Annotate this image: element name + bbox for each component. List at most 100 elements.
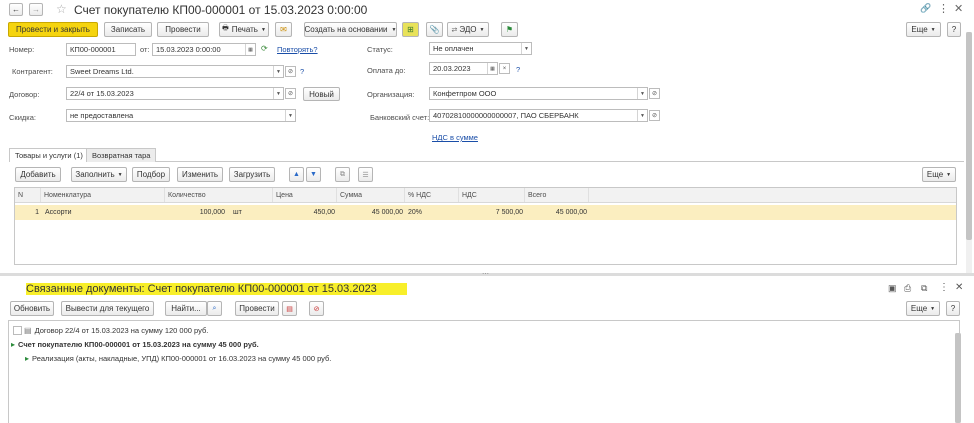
back-button[interactable]: ← bbox=[9, 3, 23, 16]
counterparty-field[interactable]: Sweet Dreams Ltd. ▼ bbox=[66, 65, 284, 78]
chevron-down-icon[interactable]: ▼ bbox=[637, 88, 647, 99]
col-header-item[interactable]: Номенклатура bbox=[41, 188, 165, 202]
create-based-button[interactable]: Создать на основании ▼ bbox=[304, 22, 397, 37]
arrow-right-icon: → bbox=[32, 5, 40, 14]
create-based-label: Создать на основании bbox=[304, 25, 388, 34]
chevron-down-icon[interactable]: ▼ bbox=[521, 43, 531, 54]
pay-by-help[interactable]: ? bbox=[516, 65, 520, 74]
find-button[interactable]: Найти... bbox=[165, 301, 207, 316]
col-header-qty[interactable]: Количество bbox=[165, 188, 273, 202]
select-button[interactable]: Подбор bbox=[132, 167, 170, 182]
calendar-icon[interactable]: ▦ bbox=[245, 44, 255, 55]
number-field[interactable]: КП00-000001 bbox=[66, 43, 136, 56]
more-icon[interactable]: ⋮ bbox=[938, 2, 949, 15]
splitter-grip-icon[interactable]: ⋯ bbox=[482, 270, 489, 278]
post-status-button[interactable]: ▤ bbox=[282, 301, 297, 316]
post-and-close-button[interactable]: Провести и закрыть bbox=[8, 22, 98, 37]
open-link-icon[interactable]: ⊘ bbox=[649, 88, 660, 99]
expand-icon[interactable]: ⧉ bbox=[921, 283, 927, 294]
move-down-button[interactable]: ▼ bbox=[306, 167, 321, 182]
more-button[interactable]: Еще ▼ bbox=[906, 22, 941, 37]
add-button[interactable]: Добавить bbox=[15, 167, 61, 182]
col-header-vat[interactable]: НДС bbox=[459, 188, 525, 202]
favorite-star-icon[interactable]: ☆ bbox=[56, 2, 67, 16]
structure-button[interactable]: ⊞ bbox=[402, 22, 419, 37]
move-up-button[interactable]: ▲ bbox=[289, 167, 304, 182]
discount-value: не предоставлена bbox=[70, 111, 134, 120]
load-button[interactable]: Загрузить bbox=[229, 167, 275, 182]
send-button[interactable]: ⚑ bbox=[501, 22, 518, 37]
table-more-button[interactable]: Еще ▼ bbox=[922, 167, 956, 182]
table-row[interactable]: 1 Ассорти 100,000 шт 450,00 45 000,00 20… bbox=[15, 205, 956, 220]
more-icon[interactable]: ⋮ bbox=[939, 282, 949, 293]
tab-returnable-tare[interactable]: Возвратная тара bbox=[86, 148, 157, 162]
tree-item[interactable]: ▤ Договор 22/4 от 15.03.2023 на сумму 12… bbox=[13, 324, 208, 336]
top-scrollbar-thumb[interactable] bbox=[966, 32, 972, 240]
discount-field[interactable]: не предоставлена ▼ bbox=[66, 109, 296, 122]
post-button[interactable]: Провести bbox=[157, 22, 209, 37]
status-field[interactable]: Не оплачен ▼ bbox=[429, 42, 532, 55]
edo-button[interactable]: ⇄ ЭДО ▼ bbox=[447, 22, 489, 37]
chevron-down-icon: ▼ bbox=[391, 26, 397, 33]
email-button[interactable]: ✉ bbox=[275, 22, 292, 37]
close-icon[interactable]: ✕ bbox=[954, 2, 963, 15]
bottom-scrollbar-thumb[interactable] bbox=[955, 333, 961, 423]
list-button[interactable]: ☰ bbox=[358, 167, 373, 182]
find-options-button[interactable]: ⌕ bbox=[207, 301, 222, 316]
chevron-down-icon: ▼ bbox=[946, 171, 952, 178]
new-contract-button[interactable]: Новый bbox=[303, 87, 340, 101]
print-icon[interactable]: ⎙ bbox=[904, 283, 911, 294]
tree-item-current[interactable]: ▸ Счет покупателю КП00-000001 от 15.03.2… bbox=[11, 338, 259, 350]
copy-button[interactable]: ⧉ bbox=[335, 167, 350, 182]
forward-button[interactable]: → bbox=[29, 3, 43, 16]
save-button[interactable]: Записать bbox=[104, 22, 152, 37]
calendar-icon[interactable]: ▦ bbox=[487, 63, 497, 74]
tree-box-icon bbox=[13, 325, 22, 335]
counterparty-help[interactable]: ? bbox=[300, 67, 304, 76]
fill-button[interactable]: Заполнить ▼ bbox=[71, 167, 127, 182]
tree-item[interactable]: ▸ Реализация (акты, накладные, УПД) КП00… bbox=[25, 352, 331, 364]
contract-field[interactable]: 22/4 от 15.03.2023 ▼ bbox=[66, 87, 284, 100]
chevron-down-icon[interactable]: ▼ bbox=[273, 66, 283, 77]
col-header-total[interactable]: Всего bbox=[525, 188, 589, 202]
related-more-button[interactable]: Еще ▼ bbox=[906, 301, 940, 316]
close-icon[interactable]: ✕ bbox=[955, 282, 963, 293]
cell-sum: 45 000,00 bbox=[371, 208, 403, 216]
help-button[interactable]: ? bbox=[947, 22, 961, 37]
cell-unit: шт bbox=[233, 208, 242, 216]
organization-field[interactable]: Конфетпром ООО ▼ bbox=[429, 87, 648, 100]
bottom-scrollbar[interactable] bbox=[955, 333, 961, 423]
clear-icon[interactable]: × bbox=[499, 63, 510, 74]
col-header-price[interactable]: Цена bbox=[273, 188, 337, 202]
chevron-down-icon[interactable]: ▼ bbox=[285, 110, 295, 121]
related-help-button[interactable]: ? bbox=[946, 301, 960, 316]
open-link-icon[interactable]: ⊘ bbox=[649, 110, 660, 121]
attach-button[interactable]: 📎 bbox=[426, 22, 443, 37]
goods-table: N Номенклатура Количество Цена Сумма % Н… bbox=[14, 187, 957, 265]
refresh-button[interactable]: Обновить bbox=[10, 301, 54, 316]
open-link-icon[interactable]: ⊘ bbox=[285, 88, 296, 99]
top-scrollbar[interactable] bbox=[966, 32, 972, 274]
link-icon[interactable]: 🔗 bbox=[920, 3, 931, 14]
pay-by-field[interactable]: 20.03.2023 ▦ bbox=[429, 62, 498, 75]
show-current-button[interactable]: Вывести для текущего bbox=[61, 301, 154, 316]
print-button[interactable]: 🖶 Печать ▼ bbox=[219, 22, 269, 37]
date-field[interactable]: 15.03.2023 0:00:00 ▦ bbox=[152, 43, 256, 56]
col-header-vat-rate[interactable]: % НДС bbox=[405, 188, 459, 202]
change-button[interactable]: Изменить bbox=[177, 167, 223, 182]
related-post-button[interactable]: Провести bbox=[235, 301, 279, 316]
tab-goods-services[interactable]: Товары и услуги (1) bbox=[9, 148, 89, 162]
open-link-icon[interactable]: ⊘ bbox=[285, 66, 296, 77]
paperclip-icon: 📎 bbox=[429, 25, 440, 34]
save-icon[interactable]: ▣ bbox=[888, 283, 897, 294]
organization-label: Организация: bbox=[367, 90, 415, 99]
chevron-down-icon[interactable]: ▼ bbox=[273, 88, 283, 99]
vat-link[interactable]: НДС в сумме bbox=[432, 133, 478, 142]
arrow-down-icon: ▼ bbox=[310, 171, 317, 178]
repeat-link[interactable]: Повторять? bbox=[277, 45, 318, 54]
chevron-down-icon[interactable]: ▼ bbox=[637, 110, 647, 121]
unpost-button[interactable]: ⊘ bbox=[309, 301, 324, 316]
bank-account-field[interactable]: 40702810000000000007, ПАО СБЕРБАНК ▼ bbox=[429, 109, 648, 122]
col-header-sum[interactable]: Сумма bbox=[337, 188, 405, 202]
col-header-n[interactable]: N bbox=[15, 188, 41, 202]
